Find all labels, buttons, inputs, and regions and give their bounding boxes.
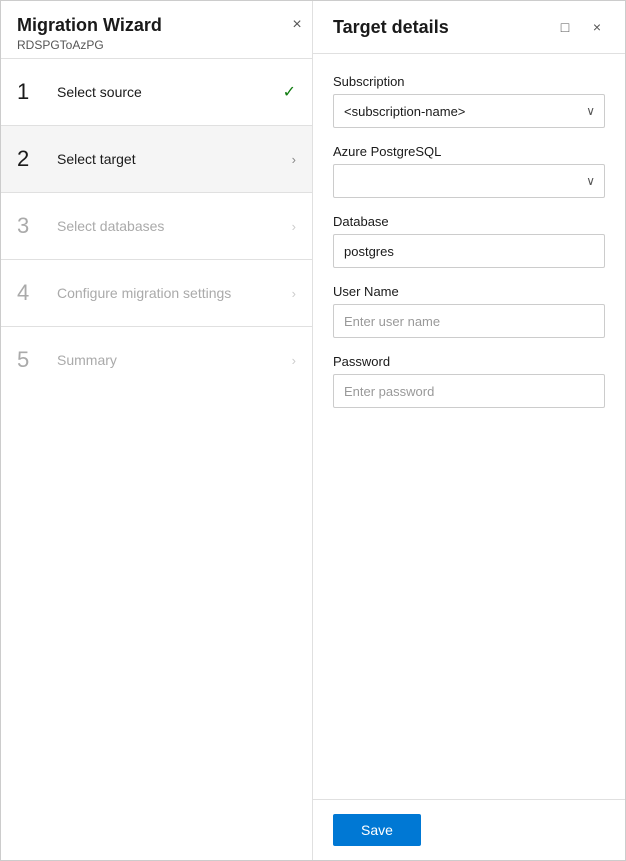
- database-group: Database: [333, 214, 605, 268]
- step-label-1: Select source: [57, 84, 283, 100]
- database-label: Database: [333, 214, 605, 229]
- step-chevron-icon-2: ›: [292, 152, 296, 167]
- password-label: Password: [333, 354, 605, 369]
- wizard-subtitle: RDSPGToAzPG: [17, 38, 296, 52]
- password-group: Password: [333, 354, 605, 408]
- step-label-4: Configure migration settings: [57, 285, 292, 301]
- right-panel-title: Target details: [333, 17, 449, 38]
- step-label-3: Select databases: [57, 218, 292, 234]
- step-label-2: Select target: [57, 151, 292, 167]
- azure-pg-select[interactable]: [333, 164, 605, 198]
- right-header: Target details □ ×: [313, 1, 625, 54]
- subscription-group: Subscription <subscription-name> ∨: [333, 74, 605, 128]
- subscription-select-wrapper: <subscription-name> ∨: [333, 94, 605, 128]
- database-input[interactable]: [333, 234, 605, 268]
- username-label: User Name: [333, 284, 605, 299]
- dialog-container: Migration Wizard RDSPGToAzPG × 1 Select …: [0, 0, 626, 861]
- step-item-3[interactable]: 3 Select databases ›: [1, 193, 312, 260]
- step-chevron-icon-3: ›: [292, 219, 296, 234]
- right-content: Subscription <subscription-name> ∨ Azure…: [313, 54, 625, 799]
- right-footer: Save: [313, 799, 625, 860]
- step-list: 1 Select source ✓ 2 Select target › 3 Se…: [1, 59, 312, 860]
- step-label-5: Summary: [57, 352, 292, 368]
- username-group: User Name: [333, 284, 605, 338]
- right-panel: Target details □ × Subscription <subscri…: [313, 1, 625, 860]
- left-header: Migration Wizard RDSPGToAzPG: [1, 1, 312, 59]
- step-item-1[interactable]: 1 Select source ✓: [1, 59, 312, 126]
- left-panel: Migration Wizard RDSPGToAzPG × 1 Select …: [1, 1, 313, 860]
- wizard-title: Migration Wizard: [17, 15, 296, 36]
- username-input[interactable]: [333, 304, 605, 338]
- subscription-select[interactable]: <subscription-name>: [333, 94, 605, 128]
- azure-pg-select-wrapper: ∨: [333, 164, 605, 198]
- azure-pg-group: Azure PostgreSQL ∨: [333, 144, 605, 198]
- azure-pg-label: Azure PostgreSQL: [333, 144, 605, 159]
- right-close-button[interactable]: ×: [585, 15, 609, 39]
- step-number-5: 5: [17, 347, 45, 373]
- step-chevron-icon-4: ›: [292, 286, 296, 301]
- step-item-2[interactable]: 2 Select target ›: [1, 126, 312, 193]
- step-number-3: 3: [17, 213, 45, 239]
- right-header-actions: □ ×: [553, 15, 609, 39]
- save-button[interactable]: Save: [333, 814, 421, 846]
- step-number-4: 4: [17, 280, 45, 306]
- step-check-icon-1: ✓: [283, 82, 296, 102]
- maximize-button[interactable]: □: [553, 15, 577, 39]
- subscription-label: Subscription: [333, 74, 605, 89]
- step-number-1: 1: [17, 79, 45, 105]
- step-chevron-icon-5: ›: [292, 353, 296, 368]
- step-number-2: 2: [17, 146, 45, 172]
- step-item-5[interactable]: 5 Summary ›: [1, 327, 312, 393]
- password-input[interactable]: [333, 374, 605, 408]
- left-close-button[interactable]: ×: [285, 13, 309, 37]
- step-item-4[interactable]: 4 Configure migration settings ›: [1, 260, 312, 327]
